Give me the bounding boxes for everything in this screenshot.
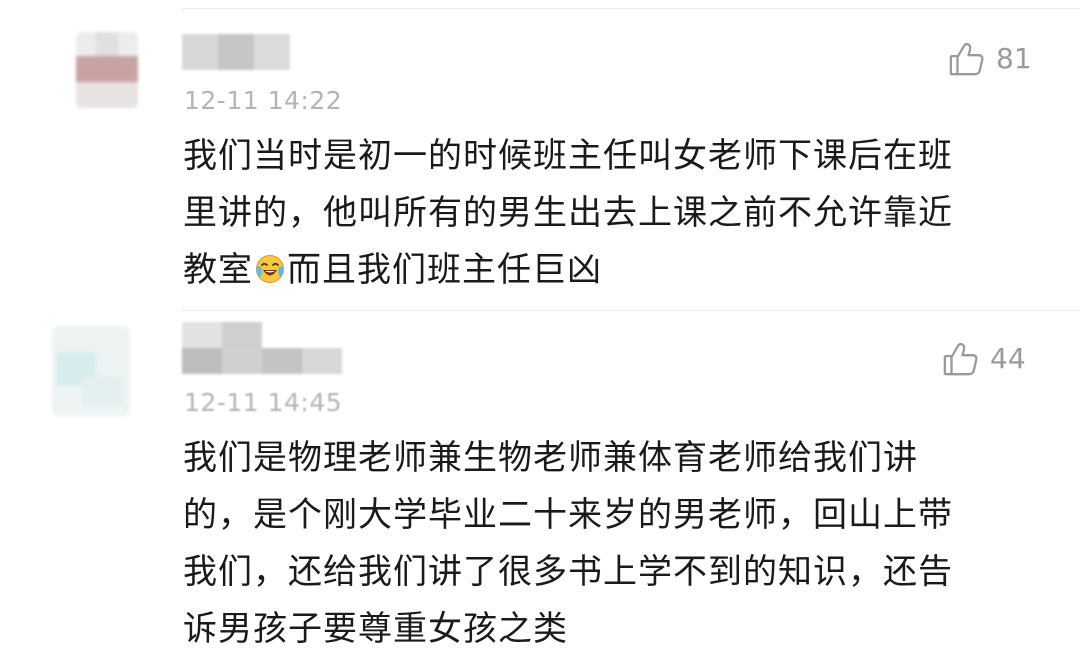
comment-divider <box>182 310 1080 311</box>
comment-line: 我们是物理老师兼生物老师兼体育老师给我们讲 <box>183 438 918 478</box>
like-count: 81 <box>996 42 1032 75</box>
username[interactable] <box>182 34 290 70</box>
comment-item: 12-11 14:45 44 我们是物理老师兼生物老师兼体育老师给我们讲 的，是… <box>0 310 1080 658</box>
avatar[interactable] <box>76 32 138 108</box>
timestamp: 12-11 14:45 <box>184 388 343 417</box>
comment-line: 诉男孩子要尊重女孩之类 <box>183 609 568 649</box>
avatar[interactable] <box>52 326 130 416</box>
crying-laughing-emoji-icon <box>255 245 285 283</box>
comment-text: 我们是物理老师兼生物老师兼体育老师给我们讲 的，是个刚大学毕业二十来岁的男老师，… <box>183 430 993 658</box>
timestamp: 12-11 14:22 <box>184 86 343 115</box>
like-button[interactable]: 44 <box>942 340 1026 378</box>
like-count: 44 <box>990 342 1026 375</box>
comment-line-text: 而且我们班主任巨凶 <box>287 250 602 290</box>
comment-line-last: 教室 而且我们班主任巨凶 <box>183 242 1013 299</box>
comment-line: 的，是个刚大学毕业二十来岁的男老师，回山上带 <box>183 495 953 535</box>
comment-line: 我们当时是初一的时候班主任叫女老师下课后在班 <box>183 136 953 176</box>
comment-line: 我们，还给我们讲了很多书上学不到的知识，还告 <box>183 552 953 592</box>
comment-line: 里讲的，他叫所有的男生出去上课之前不允许靠近 <box>183 193 953 233</box>
comment-text: 我们当时是初一的时候班主任叫女老师下课后在班 里讲的，他叫所有的男生出去上课之前… <box>183 128 1013 299</box>
comment-line-text: 教室 <box>183 250 253 290</box>
thumbs-up-icon <box>948 40 986 78</box>
username[interactable] <box>182 322 342 374</box>
comment-item: 12-11 14:22 81 我们当时是初一的时候班主任叫女老师下课后在班 里讲… <box>0 0 1080 310</box>
like-button[interactable]: 81 <box>948 40 1032 78</box>
thumbs-up-icon <box>942 340 980 378</box>
